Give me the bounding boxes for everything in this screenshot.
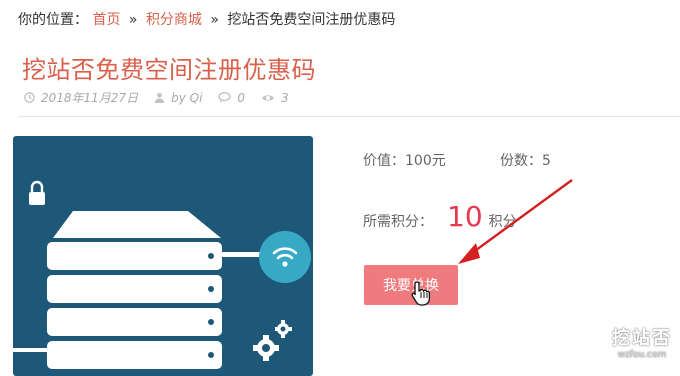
product-image [13,136,313,376]
wifi-icon [259,231,311,283]
breadcrumb-current: 挖站否免费空间注册优惠码 [227,12,396,28]
meta-comments[interactable]: 0 [218,91,245,105]
watermark-text: 挖站否 [612,328,672,349]
user-icon [155,92,165,103]
page-title: 挖站否免费空间注册优惠码 [22,56,316,84]
breadcrumb-separator: » [210,12,219,28]
breadcrumb-separator: » [128,12,138,28]
annotation-arrow [458,179,573,264]
post-meta: 2018年11月27日 by Qi 0 3 [24,89,305,106]
breadcrumb-home-link[interactable]: 首页 [92,12,120,28]
eye-icon [262,94,275,101]
clock-icon [24,92,35,103]
divider [18,116,680,117]
meta-views: 3 [261,91,289,105]
server-rack [47,242,222,369]
breadcrumb-category-link[interactable]: 积分商城 [146,12,202,28]
breadcrumb: 你的位置： 首页 » 积分商城 » 挖站否免费空间注册优惠码 [18,9,395,29]
comment-icon [218,92,232,103]
server-illustration [13,180,311,369]
breadcrumb-prefix: 你的位置： [18,12,88,28]
points-label: 所需积分： [363,214,433,230]
watermark: 挖站否 wzfou.com [612,324,672,360]
value-label: 价值： [363,153,405,169]
meta-date: 2018年11月27日 [24,89,138,106]
gear-icon [253,320,292,361]
meta-author: by Qi [154,91,202,105]
watermark-url: wzfou.com [617,350,667,360]
pointer-hand-icon [411,281,431,306]
lock-icon [29,180,45,205]
product-value: 价值：100元 [363,150,446,170]
